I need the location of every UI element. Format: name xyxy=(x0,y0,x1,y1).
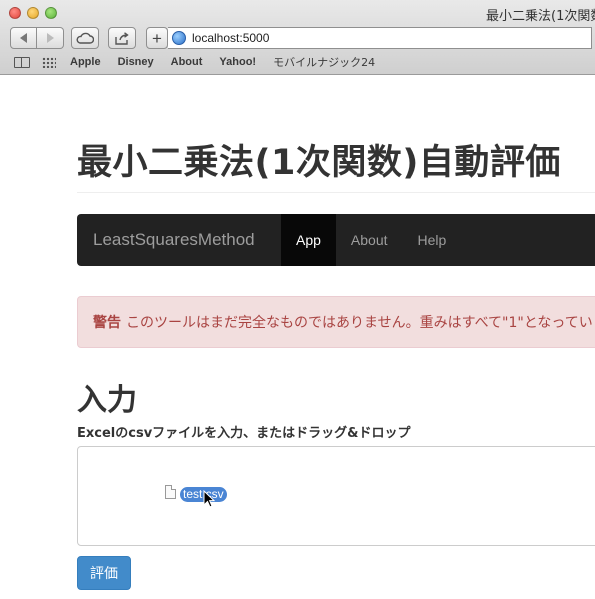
bookmarks-bar: Apple Disney About Yahoo! モバイルナジック24 xyxy=(14,53,392,71)
forward-button[interactable] xyxy=(37,27,64,49)
browser-toolbar: + localhost:5000 xyxy=(10,27,592,49)
alert-strong-label: 警告 xyxy=(93,315,121,331)
bookmark-mobile[interactable]: モバイルナジック24 xyxy=(273,54,375,70)
nav-link-about[interactable]: About xyxy=(336,214,403,266)
window-title: 最小二乗法(1次関数 xyxy=(486,9,595,24)
bookmark-apple[interactable]: Apple xyxy=(70,56,101,68)
history-buttons xyxy=(10,27,64,49)
plus-icon: + xyxy=(152,28,162,48)
file-icon xyxy=(165,485,176,499)
title-divider xyxy=(77,192,595,193)
share-icon xyxy=(115,31,129,45)
new-tab-button[interactable]: + xyxy=(146,27,168,49)
bookmark-yahoo[interactable]: Yahoo! xyxy=(219,56,256,68)
address-bar-url: localhost:5000 xyxy=(192,31,270,45)
back-arrow-icon xyxy=(20,33,27,43)
alert-message: このツールはまだ完全なものではありません。重みはすべて"1"となってい xyxy=(126,315,593,331)
zoom-window-button[interactable] xyxy=(45,7,57,19)
bookmark-about[interactable]: About xyxy=(171,56,203,68)
minimize-window-button[interactable] xyxy=(27,7,39,19)
file-drop-zone[interactable] xyxy=(77,446,595,546)
share-button[interactable] xyxy=(108,27,136,49)
icloud-tabs-button[interactable] xyxy=(71,27,99,49)
close-window-button[interactable] xyxy=(9,7,21,19)
mouse-cursor-icon xyxy=(203,490,215,508)
back-button[interactable] xyxy=(10,27,37,49)
evaluate-button[interactable]: 評価 xyxy=(77,556,131,590)
bookmark-disney[interactable]: Disney xyxy=(118,56,154,68)
top-sites-icon[interactable] xyxy=(42,56,56,68)
nav-link-app[interactable]: App xyxy=(281,214,336,266)
cloud-icon xyxy=(76,32,94,44)
globe-icon xyxy=(172,31,186,45)
page-title: 最小二乗法(1次関数)自動評価 xyxy=(77,143,561,183)
address-bar[interactable]: localhost:5000 xyxy=(168,27,592,49)
window-controls xyxy=(9,7,57,19)
navbar-brand[interactable]: LeastSquaresMethod xyxy=(93,230,281,250)
file-input-label: Excelのcsvファイルを入力、またはドラッグ&ドロップ xyxy=(77,426,411,441)
nav-link-help[interactable]: Help xyxy=(403,214,462,266)
input-section-title: 入力 xyxy=(77,383,137,418)
reading-list-icon[interactable] xyxy=(14,56,30,68)
forward-arrow-icon xyxy=(46,33,54,43)
app-navbar: LeastSquaresMethod App About Help xyxy=(77,214,595,266)
warning-alert: 警告 このツールはまだ完全なものではありません。重みはすべて"1"となってい xyxy=(77,296,595,348)
browser-chrome: 最小二乗法(1次関数 + localhost:5000 Apple Disney… xyxy=(0,0,595,75)
